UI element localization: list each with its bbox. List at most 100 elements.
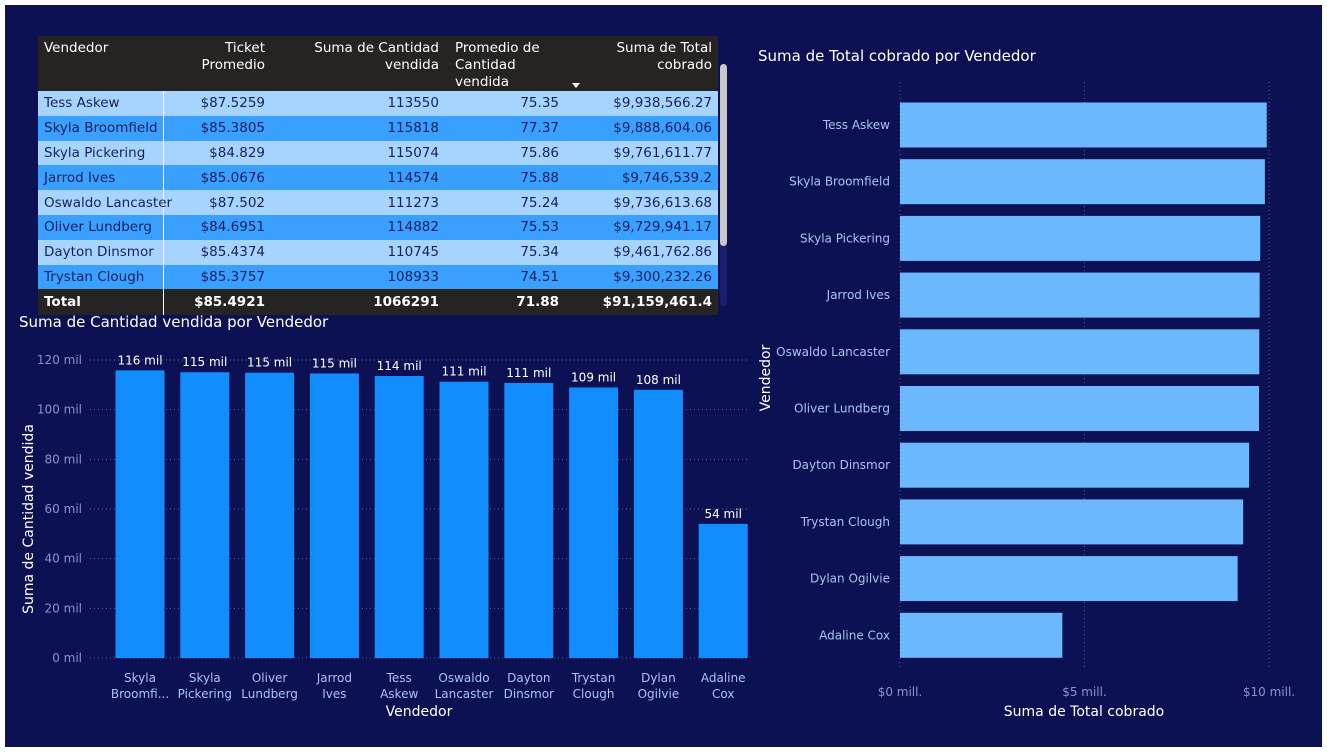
x-tick-label: Pickering [178,687,232,701]
cell-vendedor: Skyla Broomfield [38,115,164,141]
x-tick-label: Dayton [507,671,550,685]
bar [900,215,1261,261]
horizontal-chart-title: Suma de Total cobrado por Vendedor [758,47,1036,65]
cell-total-cobrado: $9,938,566.27 [565,91,718,116]
y-tick-label: Tess Askew [822,118,890,132]
cell-vendedor: Oliver Lundberg [38,214,164,240]
column-header-promedio-line2: Cantidad vendida [455,57,516,90]
y-tick-label: Adaline Cox [819,628,890,642]
y-tick-label: 60 mil [45,502,82,516]
bar [900,386,1260,431]
cell-total-cobrado: $9,736,613.68 [565,190,718,215]
table-row[interactable]: Skyla Broomfield $85.3805 115818 77.37 $9,88… [38,115,718,141]
cell-promedio-cantidad: 75.86 [445,140,565,166]
x-tick-label: Askew [380,687,418,701]
vertical-bar-chart[interactable]: 0 mil 20 mil 40 mil 60 mil 80 mil 100 mil 120 … [0,330,760,725]
x-tick-label: Clough [573,687,615,701]
sales-table[interactable]: Vendedor Ticket Promedio Suma de Cantida… [38,36,718,316]
cell-suma-cantidad: 114574 [271,165,445,191]
table-row[interactable]: Jarrod Ives $85.0676 114574 75.88 $9,746,539… [38,165,718,191]
table-total-row: Total $85.4921 1066291 71.88 $91,159,461… [38,289,718,316]
column-header-vendedor[interactable]: Vendedor [38,36,163,91]
data-label: 111 mil [506,366,551,380]
bar [900,612,1063,658]
column-header-total-cobrado[interactable]: Suma de Total cobrado [565,36,718,91]
cell-ticket-promedio: $85.0676 [163,165,271,191]
cell-suma-cantidad: 110745 [271,239,445,265]
table-row[interactable]: Oliver Lundberg $84.6951 114882 75.53 $9,729… [38,214,718,240]
y-tick-label: Skyla Broomfield [789,175,890,189]
table-scrollbar[interactable] [720,64,727,306]
cell-suma-cantidad: 111273 [271,190,445,215]
y-tick-label: 20 mil [45,601,82,615]
column-header-suma-cantidad[interactable]: Suma de Cantidad vendida [271,36,445,91]
x-tick-label: $0 mill. [878,685,923,699]
table-row[interactable]: Dayton Dinsmor $85.4374 110745 75.34 $9,461,… [38,239,718,265]
bar [245,372,295,658]
cell-ticket-promedio: $87.5259 [163,91,271,116]
bar [900,499,1244,545]
bar [309,373,359,658]
x-tick-label: Oliver [252,671,288,685]
total-ticket-promedio: $85.4921 [163,289,271,316]
y-tick-label: Jarrod Ives [826,288,890,302]
column-header-ticket-promedio[interactable]: Ticket Promedio [163,36,271,91]
y-tick-label: 100 mil [37,403,82,417]
x-tick-label: Oswaldo [438,671,489,685]
cell-ticket-promedio: $85.3757 [163,264,271,290]
cell-total-cobrado: $9,888,604.06 [565,115,718,141]
x-tick-label: Jarrod [316,671,352,685]
cell-promedio-cantidad: 75.53 [445,214,565,240]
cell-total-cobrado: $9,729,941.17 [565,214,718,240]
bar [900,329,1260,375]
data-label: 116 mil [117,353,162,367]
x-tick-label: $10 mill. [1243,685,1295,699]
vertical-chart-title: Suma de Cantidad vendida por Vendedor [19,313,329,331]
bar [900,556,1238,602]
total-promedio-cantidad: 71.88 [445,289,565,316]
table-row[interactable]: Skyla Pickering $84.829 115074 75.86 $9,761,… [38,140,718,166]
y-axis-title: Vendedor [758,344,774,411]
bar [180,372,230,658]
table-row[interactable]: Trystan Clough $85.3757 108933 74.51 $9,300,… [38,264,718,290]
cell-ticket-promedio: $84.6951 [163,214,271,240]
column-header-promedio-line1: Promedio de [455,40,540,56]
data-label: 54 mil [704,507,741,521]
bar [900,102,1267,148]
x-tick-label: Broomfi... [111,687,169,701]
cell-vendedor: Trystan Clough [38,264,164,290]
table-row[interactable]: Tess Askew $87.5259 113550 75.35 $9,938,566.… [38,91,718,116]
cell-promedio-cantidad: 75.34 [445,239,565,265]
x-tick-label: Dinsmor [504,687,554,701]
x-tick-label: $5 mill. [1062,685,1107,699]
cell-suma-cantidad: 115074 [271,140,445,166]
bar [115,370,165,658]
y-tick-label: 80 mil [45,452,82,466]
cell-suma-cantidad: 108933 [271,264,445,290]
table-row[interactable]: Oswaldo Lancaster $87.502 111273 75.24 $9,73… [38,190,718,215]
x-tick-label: Lancaster [435,687,494,701]
total-label: Total [38,289,164,316]
column-header-promedio-cantidad[interactable]: Promedio de Cantidad vendida [445,36,565,91]
sales-table-grid: Vendedor Ticket Promedio Suma de Cantida… [38,36,719,316]
table-header-row: Vendedor Ticket Promedio Suma de Cantida… [38,36,718,91]
cell-suma-cantidad: 114882 [271,214,445,240]
bar [900,442,1250,488]
bar [439,381,489,658]
cell-total-cobrado: $9,746,539.2 [565,165,718,191]
y-tick-label: Oswaldo Lancaster [776,345,890,359]
cell-total-cobrado: $9,461,762.86 [565,239,718,265]
cell-promedio-cantidad: 75.35 [445,91,565,116]
cell-total-cobrado: $9,300,232.26 [565,264,718,290]
cell-ticket-promedio: $85.3805 [163,115,271,141]
bar [900,159,1265,205]
x-tick-label: Lundberg [241,687,298,701]
x-axis-title: Vendedor [386,704,453,720]
table-scrollbar-thumb[interactable] [720,64,727,246]
horizontal-bar-chart[interactable]: $0 mill. $5 mill. $10 mill. Tess Askew Skyla… [750,70,1320,730]
cell-promedio-cantidad: 74.51 [445,264,565,290]
cell-promedio-cantidad: 77.37 [445,115,565,141]
total-suma-cantidad: 1066291 [271,289,445,316]
sort-descending-icon[interactable] [572,83,580,88]
x-tick-label: Adaline [701,671,746,685]
